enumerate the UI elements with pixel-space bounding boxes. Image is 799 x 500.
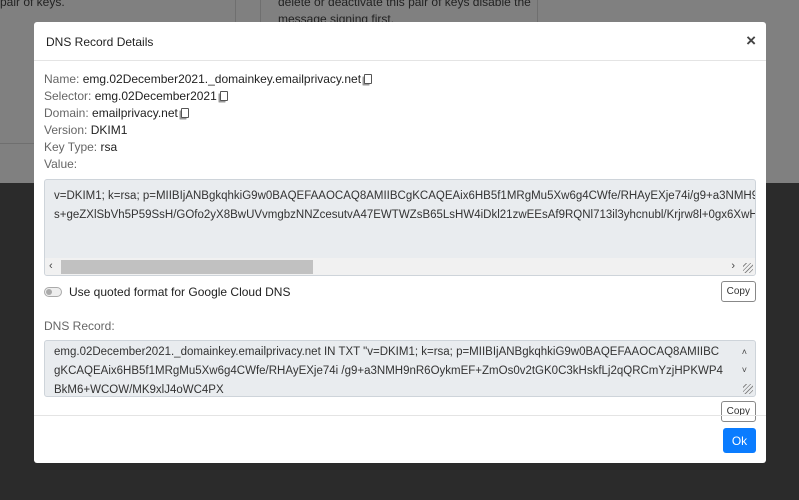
- resize-grip-icon[interactable]: [743, 263, 753, 273]
- quoted-format-option: Use quoted format for Google Cloud DNS C…: [44, 281, 756, 302]
- ok-button[interactable]: Ok: [723, 428, 756, 453]
- field-value: emg.02December2021: [94, 89, 217, 103]
- scroll-right-icon[interactable]: ›: [731, 258, 735, 275]
- quoted-format-toggle[interactable]: [44, 286, 62, 297]
- close-icon[interactable]: ×: [746, 31, 756, 51]
- scroll-left-icon[interactable]: ‹: [49, 258, 53, 275]
- value-label: Value:: [44, 157, 78, 171]
- field-name: Name: emg.02December2021._domainkey.emai…: [44, 71, 756, 88]
- background-text: delete or deactivate this pair of keys d…: [278, 0, 531, 9]
- scroll-down-icon[interactable]: ˅: [742, 361, 747, 380]
- copy-icon[interactable]: [180, 108, 189, 118]
- scrollbar-thumb[interactable]: [61, 260, 313, 274]
- value-line: v=DKIM1; k=rsa; p=MIIBIjANBgkqhkiG9w0BAQ…: [54, 190, 756, 202]
- dns-record-label: DNS Record:: [44, 319, 115, 333]
- dns-record-text: emg.02December2021._domainkey.emailpriva…: [54, 346, 723, 396]
- resize-grip-icon[interactable]: [743, 384, 753, 394]
- field-value: emg.02December2021._domainkey.emailpriva…: [82, 72, 362, 86]
- modal-header: DNS Record Details ×: [34, 22, 766, 61]
- copy-icon[interactable]: [364, 74, 373, 84]
- dns-record-details-modal: DNS Record Details × Name: emg.02Decembe…: [34, 22, 766, 463]
- copy-icon[interactable]: [219, 91, 228, 101]
- field-label: Name:: [44, 72, 80, 86]
- quoted-format-toggle-row[interactable]: Use quoted format for Google Cloud DNS: [44, 285, 290, 299]
- toggle-label: Use quoted format for Google Cloud DNS: [69, 284, 291, 299]
- field-value: DKIM1: [90, 123, 128, 137]
- scroll-up-icon[interactable]: ˄: [742, 343, 747, 362]
- field-label: Key Type:: [44, 140, 98, 154]
- modal-footer: Ok: [34, 415, 766, 463]
- dns-record-textarea[interactable]: emg.02December2021._domainkey.emailpriva…: [44, 340, 756, 397]
- background-text: pair of keys.: [0, 0, 65, 9]
- horizontal-scrollbar[interactable]: ‹ ›: [45, 258, 755, 275]
- field-label: Domain:: [44, 106, 89, 120]
- field-key-type: Key Type: rsa: [44, 139, 756, 156]
- field-label: Version:: [44, 123, 88, 137]
- field-value: rsa: [100, 140, 118, 154]
- field-version: Version: DKIM1: [44, 122, 756, 139]
- field-value: emailprivacy.net: [92, 106, 178, 120]
- field-selector: Selector: emg.02December2021: [44, 88, 756, 105]
- modal-title: DNS Record Details: [46, 35, 154, 49]
- copy-value-button[interactable]: Copy: [720, 281, 756, 302]
- value-line: s+geZXlSbVh5P59SsH/GOfo2yX8BwUVvmgbzNNZc…: [54, 209, 756, 221]
- divider: [0, 143, 34, 144]
- field-label: Selector:: [44, 89, 92, 103]
- value-textarea[interactable]: v=DKIM1; k=rsa; p=MIIBIjANBgkqhkiG9w0BAQ…: [44, 179, 756, 276]
- field-domain: Domain: emailprivacy.net: [44, 105, 756, 122]
- modal-body: Name: emg.02December2021._domainkey.emai…: [34, 61, 766, 422]
